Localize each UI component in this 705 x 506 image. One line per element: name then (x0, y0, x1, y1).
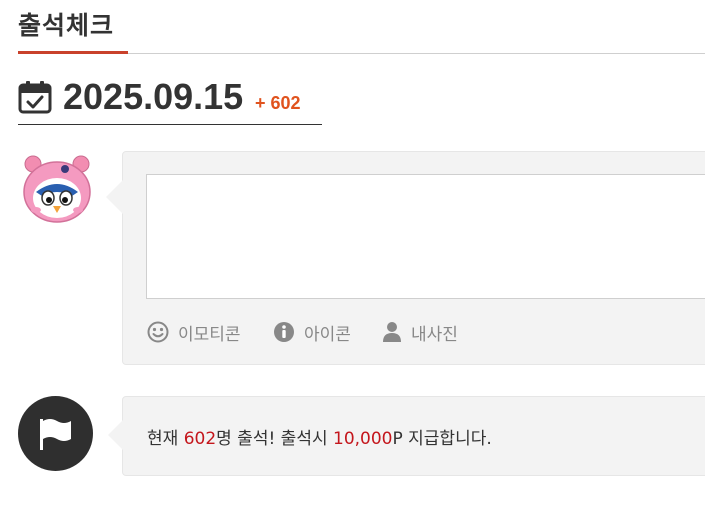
comment-box: 이모티콘 아이콘 내사진 (106, 151, 705, 365)
icon-label: 아이콘 (304, 324, 351, 345)
page-header: 출석체크 (18, 0, 705, 54)
notice-prefix: 현재 (147, 429, 184, 449)
smile-icon (147, 321, 169, 343)
attendance-notice: 현재 602명 출석! 출석시 10,000P 지급합니다. (108, 396, 705, 476)
comment-textarea[interactable] (146, 174, 705, 299)
flag-badge (18, 396, 93, 471)
notice-mid: 명 출석! 출석시 (216, 429, 334, 449)
emoticon-label: 이모티콘 (178, 324, 241, 345)
notice-suffix: P 지급합니다. (392, 429, 492, 449)
user-icon (383, 322, 401, 342)
my-photo-button[interactable]: 내사진 (382, 320, 458, 345)
title-underline (18, 51, 128, 54)
avatar (23, 155, 91, 223)
info-icon (274, 322, 294, 342)
notice-count: 602 (183, 429, 217, 449)
date-text: 2025.09.15 (63, 76, 244, 117)
attendance-count: + 602 (255, 93, 301, 113)
flag-icon (40, 419, 71, 450)
my-photo-label: 내사진 (411, 324, 458, 345)
calendar-check-icon (18, 81, 52, 114)
date-row: 2025.09.15 + 602 (18, 76, 322, 125)
icon-button[interactable]: 아이콘 (273, 320, 351, 345)
page-title: 출석체크 (18, 11, 115, 40)
emoticon-button[interactable]: 이모티콘 (147, 320, 241, 345)
notice-text: 현재 602명 출석! 출석시 10,000P 지급합니다. (147, 424, 492, 449)
notice-points: 10,000 (333, 429, 393, 449)
